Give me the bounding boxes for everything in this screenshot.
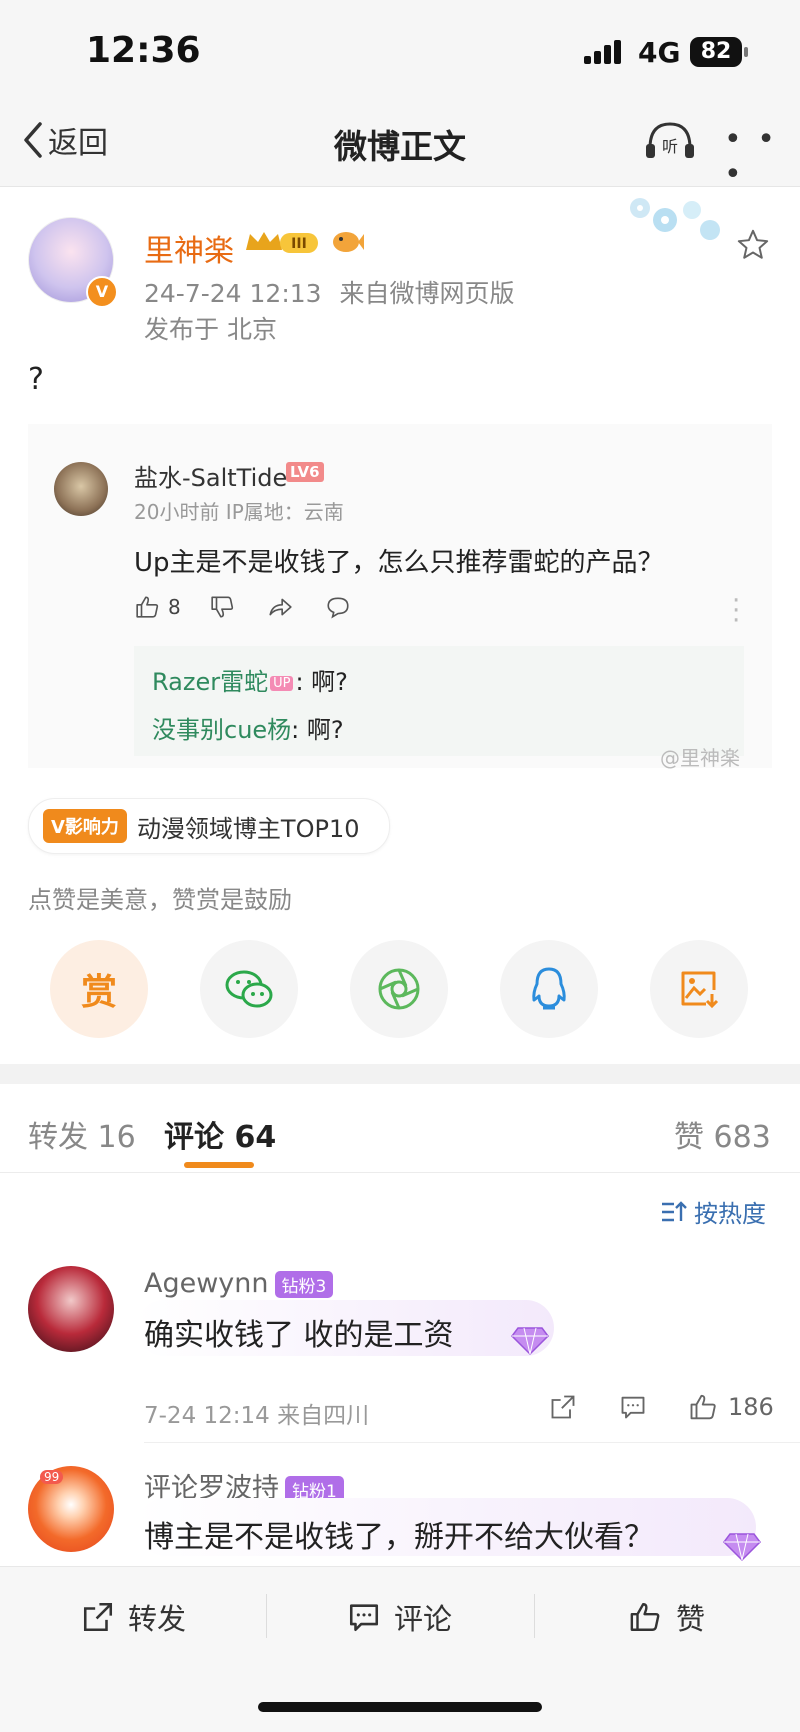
reply-2-text: : 啊?: [291, 716, 344, 744]
comment-bubble-icon: [323, 594, 353, 620]
like-count: 186: [728, 1393, 774, 1421]
comment-text: 博主是不是收钱了，掰开不给大伙看？: [144, 1520, 654, 1555]
commenter-name-text: Agewynn: [144, 1268, 269, 1299]
listen-button[interactable]: 听: [644, 118, 696, 162]
bottom-separator: [266, 1594, 267, 1638]
diamond-icon: [722, 1530, 762, 1562]
like-hint: 点赞是美意，赞赏是鼓励: [28, 886, 292, 914]
post-meta: 24-7-24 12:13 来自微博网页版: [144, 274, 515, 310]
image-watermark: @里神楽: [660, 746, 740, 770]
active-tab-indicator: [184, 1162, 254, 1168]
embedded-like-count: 8: [168, 595, 181, 619]
commenter-avatar[interactable]: [28, 1266, 114, 1352]
share-arrow-icon: [265, 594, 295, 620]
like-button[interactable]: 赞: [628, 1596, 705, 1638]
sort-button[interactable]: 按热度: [660, 1194, 766, 1229]
save-image-button[interactable]: [650, 940, 748, 1038]
embedded-reply-2: 没事别cue杨: 啊?: [152, 710, 344, 745]
like-label: 赞: [676, 1602, 706, 1636]
embedded-commenter-name: 盐水-SaltTide: [134, 464, 288, 492]
post-timestamp: 24-7-24 12:13: [144, 279, 322, 308]
reward-label: 赏: [80, 972, 117, 1013]
signal-icon: [584, 40, 630, 66]
battery-icon: 82: [690, 37, 742, 67]
post-location: 发布于 北京: [144, 315, 277, 344]
qq-penguin-icon: [529, 966, 569, 1012]
embedded-commenter-avatar: [54, 462, 108, 516]
section-divider: [0, 1064, 800, 1084]
fan-badge: 钻粉3: [274, 1271, 334, 1298]
network-label: 4G: [638, 36, 681, 69]
repost-icon: [80, 1600, 116, 1634]
reply-1-name: Razer雷蛇: [152, 668, 269, 696]
status-time: 12:36: [86, 30, 201, 71]
reply-2-name: 没事别cue杨: [152, 716, 292, 744]
vertical-dots-icon: · · ·: [732, 586, 741, 636]
wechat-icon: [224, 968, 274, 1010]
comment-actions: 186: [548, 1392, 774, 1422]
sort-label: 按热度: [694, 1200, 766, 1228]
comment-button[interactable]: 评论: [346, 1596, 452, 1638]
commenter-name[interactable]: Agewynn 钻粉3: [144, 1268, 334, 1299]
repost-label: 转发: [128, 1602, 187, 1636]
embedded-level-badge: LV6: [286, 462, 324, 482]
post-text: ?: [28, 362, 44, 397]
tab-likes[interactable]: 赞 683: [674, 1112, 771, 1156]
flower-decoration-icon: [610, 190, 730, 250]
home-indicator[interactable]: [258, 1702, 542, 1712]
thumb-up-icon: [628, 1600, 664, 1634]
favorite-star-icon[interactable]: [736, 228, 770, 262]
influence-text: 动漫领域博主TOP10: [136, 814, 360, 843]
fish-badge-icon: [330, 228, 364, 256]
tabs-separator: [0, 1172, 800, 1173]
embedded-reply-1: Razer雷蛇 UP: 啊?: [152, 662, 348, 697]
bottom-separator: [534, 1594, 535, 1638]
avatar-badge: 99: [40, 1470, 64, 1484]
embedded-comment-meta: 20小时前 IP属地：云南: [134, 500, 344, 524]
qq-share-button[interactable]: [500, 940, 598, 1038]
post-source: 来自微博网页版: [339, 279, 515, 308]
repost-icon[interactable]: [548, 1393, 578, 1421]
comment-meta: 7-24 12:14 来自四川: [144, 1403, 370, 1429]
reward-button[interactable]: 赏: [50, 940, 148, 1038]
repost-button[interactable]: 转发: [80, 1596, 186, 1638]
battery-tip: [744, 47, 748, 57]
embedded-comment-actions: 8: [134, 594, 353, 620]
reply-1-text: : 啊?: [295, 668, 348, 696]
listen-icon-label: 听: [662, 137, 678, 156]
up-badge: UP: [270, 675, 294, 691]
level-badge-text: III: [291, 236, 307, 252]
wechat-share-button[interactable]: [200, 940, 298, 1038]
tab-repost[interactable]: 转发 16: [28, 1112, 136, 1156]
thumb-up-icon: [688, 1392, 720, 1422]
comment-icon: [346, 1600, 382, 1634]
influence-tag[interactable]: V影响力 动漫领域博主TOP10: [28, 798, 390, 854]
like-button[interactable]: 186: [688, 1392, 774, 1422]
thumb-up-icon: 8: [134, 594, 181, 620]
embedded-comment-text: Up主是不是收钱了，怎么只推荐雷蛇的产品？: [134, 548, 664, 578]
more-options-icon[interactable]: • • •: [724, 122, 800, 192]
tab-comments[interactable]: 评论 64: [164, 1112, 276, 1156]
influence-badge: V影响力: [43, 809, 127, 843]
thumb-down-icon: [209, 594, 237, 620]
comment-text: 确实收钱了 收的是工资: [144, 1318, 454, 1353]
image-download-icon: [678, 968, 720, 1010]
comment-label: 评论: [394, 1602, 453, 1636]
moments-share-button[interactable]: [350, 940, 448, 1038]
sort-icon: [660, 1199, 688, 1225]
diamond-icon: [510, 1324, 550, 1356]
verified-badge-icon: V: [86, 276, 118, 308]
camera-shutter-icon: [376, 966, 422, 1012]
comment-icon[interactable]: [618, 1393, 648, 1421]
author-name[interactable]: 里神楽: [144, 226, 234, 270]
comment-separator: [144, 1442, 800, 1443]
crown-level-icon: III: [244, 228, 324, 256]
